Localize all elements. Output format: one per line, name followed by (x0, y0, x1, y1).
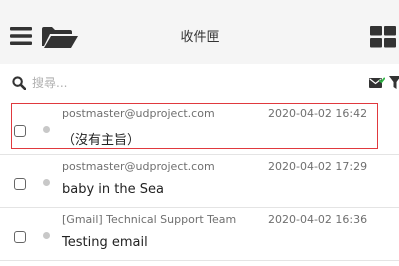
select-checkbox[interactable] (14, 125, 26, 137)
email-sender: postmaster@udproject.com (62, 160, 215, 173)
unread-dot-icon (43, 179, 50, 186)
top-toolbar: 收件匣 (0, 0, 399, 65)
email-date: 2020-04-02 16:42 (268, 107, 368, 120)
email-subject: （沒有主旨） (62, 133, 141, 148)
open-folder-icon[interactable] (42, 26, 78, 48)
email-list-item[interactable]: postmaster@udproject.com 2020-04-02 16:4… (0, 102, 399, 155)
search-input[interactable] (32, 73, 332, 93)
search-bar (0, 64, 399, 103)
email-list-item[interactable]: [Gmail] Technical Support Team 2020-04-0… (0, 208, 399, 261)
email-sender: postmaster@udproject.com (62, 107, 215, 120)
unread-dot-icon (43, 126, 50, 133)
mail-app: 收件匣 postmaster@udproject.com 2020-04-02 … (0, 0, 399, 266)
email-subject: baby in the Sea (62, 182, 164, 197)
email-date: 2020-04-02 16:36 (268, 213, 368, 226)
mail-check-icon[interactable] (369, 77, 385, 89)
search-icon (12, 76, 26, 90)
email-subject: Testing email (62, 235, 148, 250)
email-list-item[interactable]: postmaster@udproject.com 2020-04-02 17:2… (0, 155, 399, 208)
page-title: 收件匣 (180, 30, 220, 45)
email-sender: [Gmail] Technical Support Team (62, 213, 237, 226)
select-checkbox[interactable] (14, 231, 26, 243)
grid-view-icon[interactable] (370, 26, 399, 48)
select-checkbox[interactable] (14, 178, 26, 190)
email-date: 2020-04-02 17:29 (268, 160, 368, 173)
unread-dot-icon (43, 232, 50, 239)
hamburger-menu-icon[interactable] (10, 27, 32, 45)
filter-icon[interactable] (389, 76, 399, 90)
